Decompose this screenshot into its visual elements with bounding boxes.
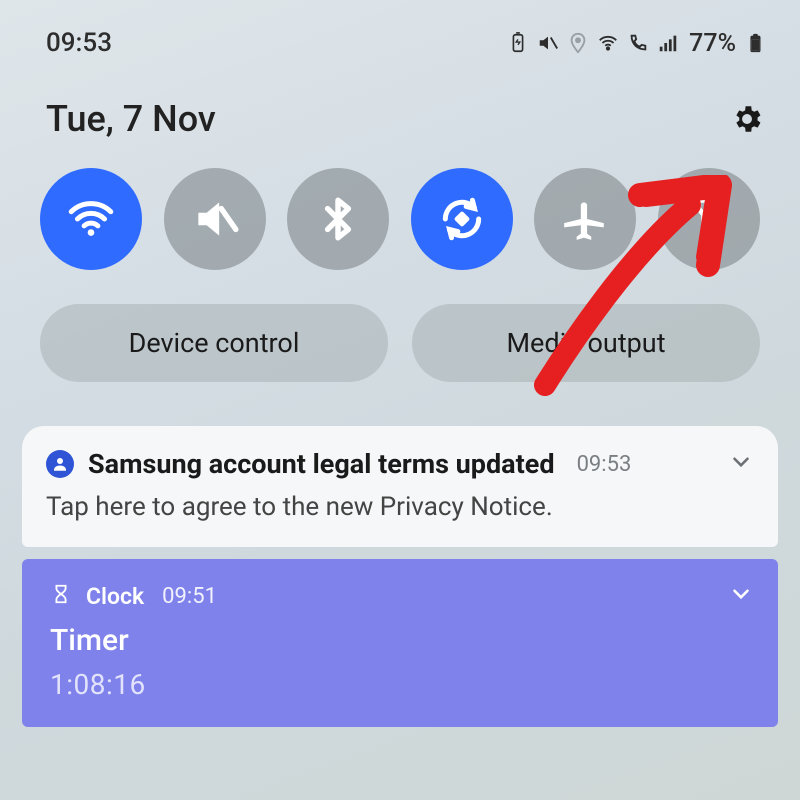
battery-icon (744, 32, 766, 54)
quick-settings-row (0, 140, 800, 270)
status-icons: 77% (507, 29, 766, 58)
notification-time: 09:53 (577, 452, 632, 477)
date-label: Tue, 7 Nov (46, 98, 216, 140)
notification-time: 09:51 (162, 584, 217, 609)
device-control-button[interactable]: Device control (40, 304, 388, 382)
media-output-label: Media output (506, 327, 665, 359)
media-output-button[interactable]: Media output (412, 304, 760, 382)
notification-clock-timer[interactable]: Clock 09:51 Timer 1:08:16 (22, 559, 778, 727)
notification-title: Samsung account legal terms updated (88, 448, 555, 480)
bluetooth-toggle[interactable] (287, 168, 389, 270)
device-control-label: Device control (129, 327, 300, 359)
signal-icon (657, 32, 679, 54)
sound-toggle[interactable] (164, 168, 266, 270)
chevron-down-icon[interactable] (728, 581, 754, 611)
status-bar: 09:53 77% (0, 0, 800, 58)
mute-icon (537, 32, 559, 54)
settings-button[interactable] (730, 102, 764, 136)
location-icon (567, 32, 589, 54)
timer-title: Timer (50, 623, 754, 658)
notification-body: Tap here to agree to the new Privacy Not… (46, 490, 754, 525)
timer-countdown: 1:08:16 (50, 668, 754, 701)
wifi-toggle[interactable] (40, 168, 142, 270)
auto-rotate-toggle[interactable] (411, 168, 513, 270)
notification-samsung-account[interactable]: Samsung account legal terms updated 09:5… (22, 426, 778, 547)
battery-saver-icon (507, 32, 529, 54)
person-icon (46, 450, 74, 478)
battery-percent: 77% (689, 29, 736, 58)
chevron-down-icon[interactable] (728, 449, 754, 479)
flashlight-toggle[interactable] (658, 168, 760, 270)
volte-call-icon (627, 32, 649, 54)
notification-app-name: Clock (86, 583, 144, 610)
hourglass-icon (50, 583, 72, 609)
status-time: 09:53 (46, 28, 112, 58)
wifi-icon (597, 32, 619, 54)
airplane-toggle[interactable] (534, 168, 636, 270)
